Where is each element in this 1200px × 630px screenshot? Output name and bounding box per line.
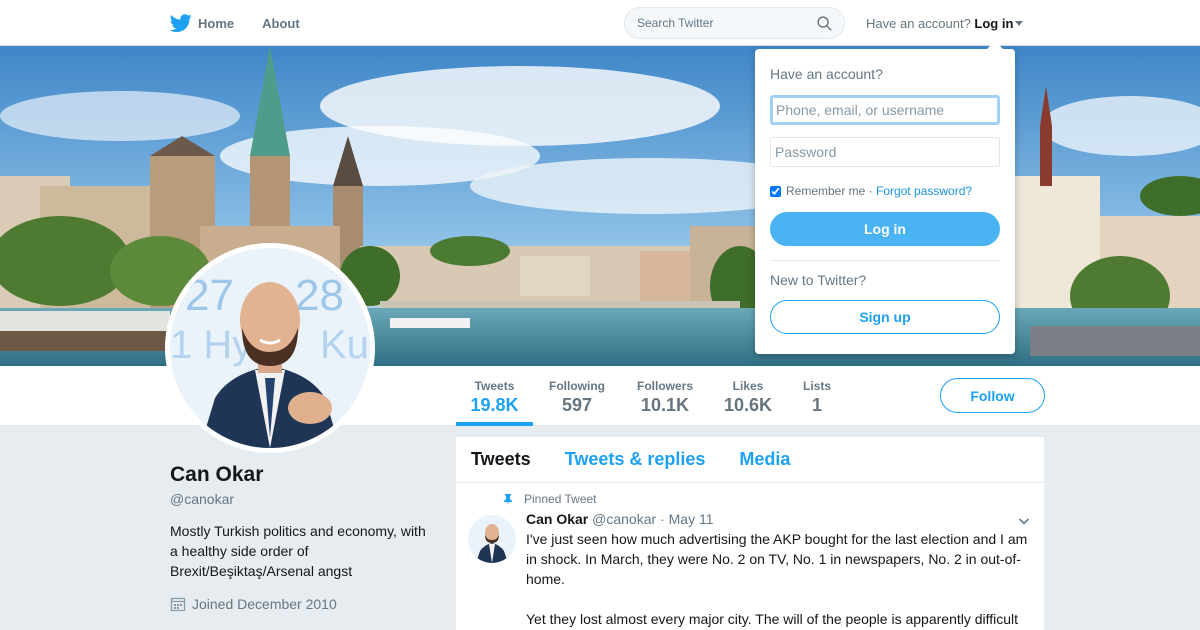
follow-button[interactable]: Follow [940,378,1045,413]
tweet-paragraph: I've just seen how much advertising the … [526,531,1028,587]
tweet-author-name[interactable]: Can Okar [526,511,588,527]
have-account-text: Have an account? [866,16,971,31]
nav-about-link[interactable]: About [262,0,300,46]
stat-label: Following [549,379,605,393]
stat-label: Followers [636,379,693,393]
remember-separator: · [865,184,877,198]
dropdown-divider [770,260,1000,261]
stat-tweets[interactable]: Tweets 19.8K [456,366,533,426]
avatar[interactable]: 27 28 1 Hy Ku [165,243,375,453]
remember-label[interactable]: Remember me [786,184,865,198]
login-toggle-label[interactable]: Log in [974,16,1013,31]
have-account-area: Have an account? Log in [866,16,1024,31]
profile-handle[interactable]: @canokar [170,491,234,507]
nav-home-link[interactable]: Home [198,0,234,46]
tweet-avatar-image [468,515,516,563]
dropdown-caret [987,41,1003,49]
search-box[interactable] [624,7,845,39]
login-dropdown: Have an account? Remember me · Forgot pa… [755,41,1015,354]
timeline-tabs: Tweets Tweets & replies Media [456,437,1044,483]
stat-likes[interactable]: Likes 10.6K [718,366,778,426]
pinned-text: Pinned Tweet [524,492,597,506]
stat-value: 597 [561,395,593,415]
avatar-backdrop-text: Ku [320,323,369,367]
stat-value: 10.6K [723,395,773,415]
top-nav: Home About Have an account? Log in [0,0,1200,46]
stat-lists[interactable]: Lists 1 [795,366,839,426]
forgot-password-link[interactable]: Forgot password? [876,184,972,198]
tweet-date[interactable]: · May 11 [660,511,713,527]
login-button[interactable]: Log in [770,212,1000,246]
caret-down-icon[interactable] [1015,21,1024,26]
search-icon[interactable] [816,15,833,32]
avatar-backdrop-text: 28 [295,271,344,320]
stat-label: Likes [732,379,764,393]
tweet-text: I've just seen how much advertising the … [526,529,1034,630]
stat-following[interactable]: Following 597 [541,366,613,426]
tab-tweets-replies[interactable]: Tweets & replies [565,449,706,470]
password-field[interactable] [770,137,1000,167]
login-dropdown-toggle[interactable]: Log in [974,16,1024,31]
stat-label: Tweets [474,379,515,393]
username-field[interactable] [770,95,1000,125]
calendar-icon [170,597,186,612]
stat-value: 1 [811,395,822,415]
chevron-down-icon[interactable] [1018,515,1030,527]
new-to-twitter-text: New to Twitter? [770,272,867,288]
stat-value: 10.1K [640,395,690,415]
tweet-header: Can Okar @canokar · May 11 [526,511,714,527]
avatar-backdrop-text: 1 Hy [170,323,252,367]
remember-row: Remember me · Forgot password? [770,184,972,198]
search-input[interactable] [637,16,807,30]
tweet-avatar[interactable] [468,515,516,563]
timeline: Tweets Tweets & replies Media Pinned Twe… [456,437,1044,630]
login-dropdown-title: Have an account? [770,66,883,82]
avatar-backdrop-text: 27 [185,271,234,320]
tweet-author-handle[interactable]: @canokar [592,511,656,527]
profile-bio: Mostly Turkish politics and economy, wit… [170,523,426,579]
stat-label: Lists [802,379,831,393]
joined-text: Joined December 2010 [192,596,337,612]
tweet-paragraph: Yet they lost almost every major city. T… [526,611,1019,627]
pin-icon [504,494,512,505]
nav-left: Home About [170,0,300,46]
remember-checkbox[interactable] [770,185,781,197]
pinned-label: Pinned Tweet [502,492,597,506]
stat-followers[interactable]: Followers 10.1K [629,366,701,426]
twitter-bird-icon[interactable] [170,12,192,34]
tab-media[interactable]: Media [739,449,790,470]
tab-tweets[interactable]: Tweets [471,449,531,470]
stat-value: 19.8K [470,395,519,415]
avatar-image: 27 28 1 Hy Ku [170,248,370,448]
signup-button[interactable]: Sign up [770,300,1000,334]
joined-date: Joined December 2010 [170,596,337,612]
profile-name[interactable]: Can Okar [170,463,263,487]
